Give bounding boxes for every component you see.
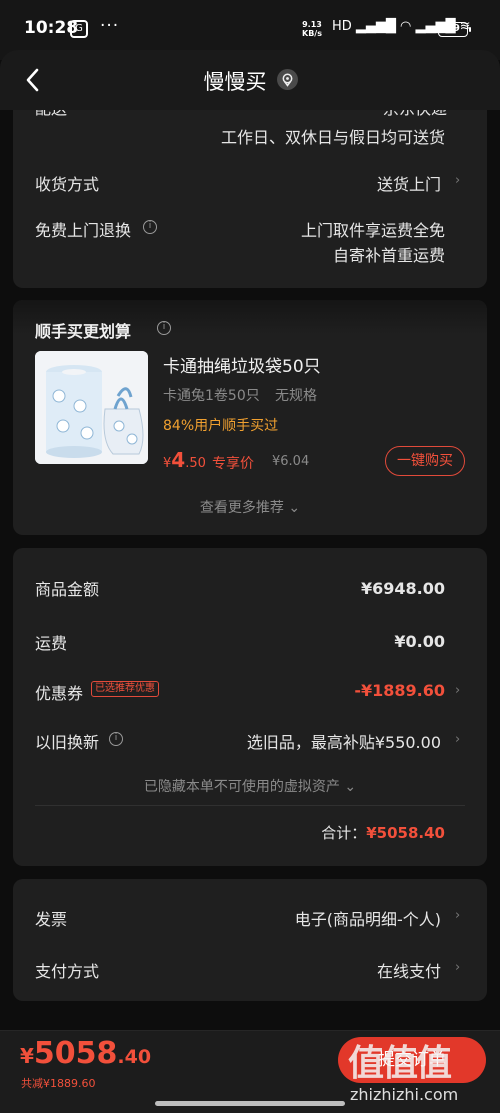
free-return-label: 免费上门退换 (35, 221, 132, 240)
receive-method-label: 收货方式 (35, 175, 100, 194)
delivery-note: 工作日、双休日与假日均可送货 (220, 128, 445, 147)
shipping-value: ¥0.00 (394, 632, 445, 651)
saving-text: 共减¥1889.60 (21, 1077, 96, 1090)
trade-in-value[interactable]: 选旧品，最高补贴¥550.00 (247, 729, 441, 753)
location-pin-icon[interactable] (277, 69, 298, 90)
info-icon[interactable]: i (143, 220, 157, 234)
total-row: 合计：¥5058.40 (321, 824, 445, 842)
price-tag: 专享价 (212, 456, 254, 472)
final-price: ¥5058.40 (20, 1036, 152, 1071)
chevron-right-icon[interactable]: › (455, 908, 460, 923)
home-indicator[interactable] (155, 1101, 345, 1106)
product-thumbnail[interactable] (35, 351, 148, 464)
coupon-tag: 已选推荐优惠 (91, 681, 159, 697)
addon-price: ¥4.50 (163, 448, 206, 472)
pin-glyph-icon (282, 73, 293, 87)
goods-amount-value: ¥6948.00 (360, 579, 445, 598)
social-proof: 84%用户顺手买过 (163, 418, 279, 434)
addon-section-title: 顺手买更划算 (35, 322, 132, 341)
garbage-bag-image-icon (35, 351, 148, 464)
payment-card (13, 879, 487, 1001)
shipping-label: 运费 (35, 634, 68, 653)
original-price: ¥6.04 (272, 454, 310, 469)
free-return-value-1: 上门取件享运费全免 (300, 221, 445, 240)
trade-in-label: 以旧换新 (35, 733, 100, 752)
chevron-right-icon[interactable]: › (455, 683, 460, 698)
pay-method-label: 支付方式 (35, 962, 100, 981)
chevron-right-icon[interactable]: › (455, 732, 460, 747)
watermark-logo: 值值值 (348, 1043, 452, 1084)
product-variant: 无规格 (275, 388, 317, 404)
network-speed: 9.13 KB/s (302, 20, 322, 38)
coupon-value[interactable]: -¥1889.60 (354, 681, 445, 700)
battery-icon: 69 (438, 22, 471, 37)
chevron-right-icon[interactable]: › (455, 960, 460, 975)
one-click-buy-button[interactable]: 一键购买 (385, 446, 465, 476)
pay-method-value[interactable]: 在线支付 (377, 958, 441, 982)
hidden-assets-note[interactable]: 已隐藏本单不可使用的虚拟资产 ⌄ (0, 776, 500, 796)
goods-amount-label: 商品金额 (35, 580, 100, 599)
watermark-site: zhizhizhi.com (350, 1085, 459, 1104)
product-name[interactable]: 卡通抽绳垃圾袋50只 (163, 352, 321, 377)
navbar-edge-cover (0, 92, 500, 110)
chevron-down-icon: ⌄ (288, 500, 301, 516)
info-icon[interactable]: i (157, 321, 171, 335)
divider (35, 805, 465, 806)
receive-method-value[interactable]: 送货上门 (377, 171, 441, 195)
info-icon[interactable]: i (109, 732, 123, 746)
invoice-value[interactable]: 电子(商品明细-个人) (295, 906, 441, 930)
more-notifications-icon: ··· (100, 16, 120, 36)
chevron-down-icon: ⌄ (344, 779, 357, 795)
free-return-value-2: 自寄补首重运费 (332, 246, 445, 265)
coupon-label: 优惠券 (35, 684, 84, 703)
product-spec: 卡通兔1卷50只 (163, 388, 260, 404)
app-notification-icon: G (70, 20, 88, 38)
chevron-right-icon[interactable]: › (455, 173, 460, 188)
invoice-label: 发票 (35, 910, 68, 929)
more-recommend-link[interactable]: 查看更多推荐 ⌄ (0, 497, 500, 517)
